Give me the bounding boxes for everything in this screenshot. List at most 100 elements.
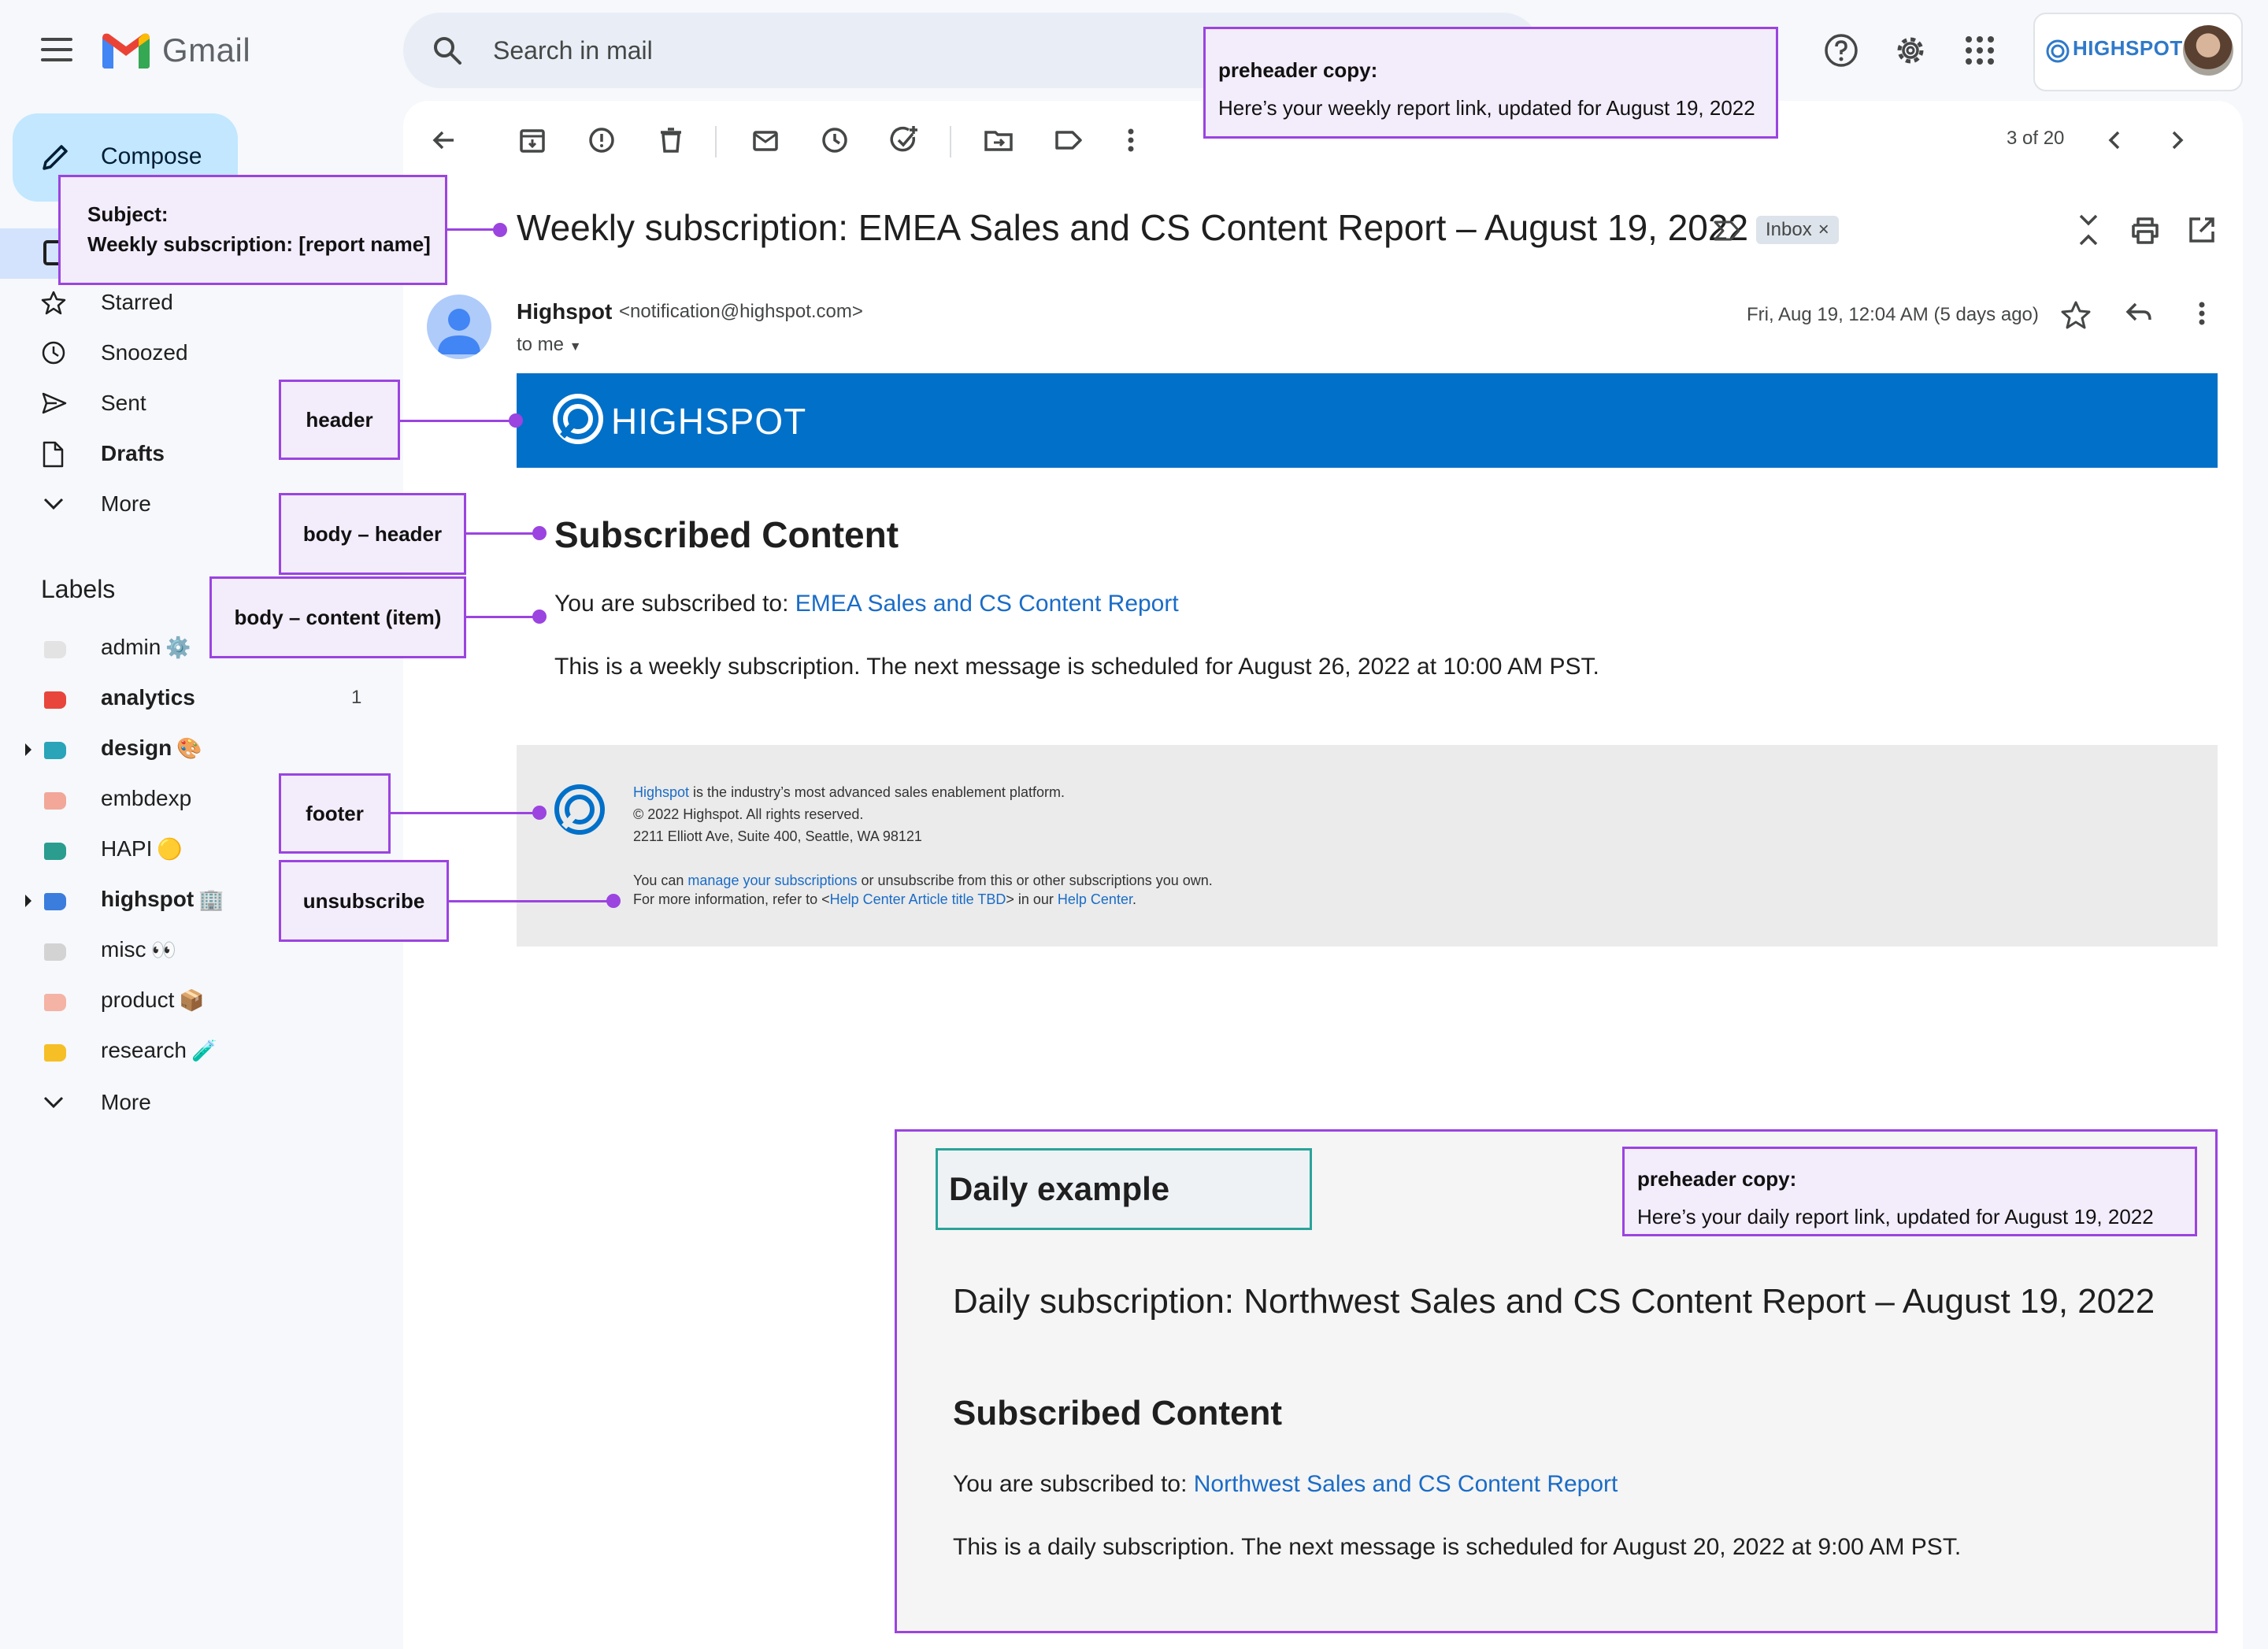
- email-footer: [517, 745, 2218, 947]
- reply-icon[interactable]: [2123, 298, 2155, 329]
- connector-line: [446, 228, 496, 231]
- search-icon[interactable]: [432, 35, 463, 66]
- footer-line-1: Highspot is the industry’s most advanced…: [633, 784, 1065, 801]
- app-name: Gmail: [162, 31, 251, 69]
- label-name: research 🧪: [101, 1038, 217, 1062]
- annotation-text: Here’s your daily report link, updated f…: [1637, 1205, 2154, 1228]
- star-icon[interactable]: [2060, 299, 2092, 331]
- daily-subscribed-line: You are subscribed to: Northwest Sales a…: [953, 1471, 1618, 1498]
- footer-text: or unsubscribe from this or other subscr…: [857, 873, 1213, 888]
- connector-line: [389, 812, 534, 814]
- print-icon[interactable]: [2129, 214, 2161, 246]
- annotation-text: Here’s your weekly report link, updated …: [1218, 96, 1755, 120]
- sidebar-label-product[interactable]: product 📦: [0, 976, 394, 1027]
- sidebar-label-design[interactable]: design 🎨: [0, 724, 394, 775]
- footer-text: .: [1132, 891, 1136, 907]
- open-new-window-icon[interactable]: [2186, 214, 2218, 246]
- collapse-all-icon[interactable]: [2073, 213, 2104, 247]
- footer-unsubscribe-line: You can manage your subscriptions or uns…: [633, 873, 1213, 889]
- annotation-body-header: body – header: [279, 493, 466, 575]
- back-arrow-icon[interactable]: [427, 123, 461, 157]
- manage-subscriptions-link[interactable]: manage your subscriptions: [687, 873, 857, 888]
- daily-subscribed-report-link[interactable]: Northwest Sales and CS Content Report: [1194, 1471, 1618, 1497]
- connector-line: [465, 616, 534, 618]
- sidebar-item-snoozed[interactable]: Snoozed: [0, 328, 394, 378]
- importance-marker-icon[interactable]: [1712, 217, 1742, 244]
- expand-caret-icon[interactable]: [25, 743, 32, 756]
- draft-icon: [43, 441, 64, 468]
- footer-highspot-link[interactable]: Highspot: [633, 784, 689, 800]
- search-input[interactable]: Search in mail: [493, 36, 653, 65]
- profile-avatar[interactable]: [2183, 25, 2233, 76]
- toolbar-divider: [715, 126, 717, 157]
- inbox-label-chip[interactable]: Inbox ×: [1756, 216, 1839, 244]
- label-emoji: 👀: [150, 938, 176, 962]
- connector-line: [398, 420, 513, 422]
- chevron-down-icon: [43, 1096, 64, 1109]
- sidebar-item-label: Drafts: [101, 441, 165, 465]
- sidebar-labels-more[interactable]: More: [0, 1077, 394, 1128]
- label-unread-count: 1: [351, 687, 362, 708]
- label-color-icon: [44, 994, 66, 1011]
- label-color-icon: [44, 1044, 66, 1062]
- daily-example-tag: Daily example: [936, 1148, 1312, 1230]
- chevron-left-icon[interactable]: [2098, 123, 2133, 157]
- highspot-footer-logo-icon: [554, 784, 605, 835]
- annotation-title: preheader copy:: [1637, 1167, 1797, 1191]
- archive-icon[interactable]: [515, 123, 550, 157]
- account-brand: HIGHSPOT: [2073, 36, 2183, 60]
- labels-heading: Labels: [41, 575, 116, 603]
- mark-unread-icon[interactable]: [748, 123, 783, 157]
- sidebar-item-label: Sent: [101, 391, 146, 415]
- sidebar-label-analytics[interactable]: analytics 1: [0, 674, 394, 724]
- footer-copyright: © 2022 Highspot. All rights reserved.: [633, 806, 864, 822]
- help-center-link[interactable]: Help Center: [1058, 891, 1132, 907]
- subscribed-report-link[interactable]: EMEA Sales and CS Content Report: [795, 591, 1179, 617]
- label-name: HAPI 🟡: [101, 836, 183, 861]
- subscribed-line: You are subscribed to: EMEA Sales and CS…: [554, 591, 1179, 617]
- remove-label-icon[interactable]: ×: [1818, 219, 1829, 240]
- connector-dot: [509, 413, 523, 428]
- apps-grid-icon[interactable]: [1961, 31, 1999, 69]
- more-vert-icon[interactable]: [1114, 123, 1148, 157]
- star-icon: [41, 291, 66, 315]
- sidebar-label-research[interactable]: research 🧪: [0, 1027, 394, 1077]
- daily-subject: Daily subscription: Northwest Sales and …: [953, 1282, 2155, 1321]
- more-vert-icon[interactable]: [2186, 298, 2218, 329]
- move-to-folder-icon[interactable]: [981, 123, 1016, 157]
- label-emoji: 🧪: [191, 1039, 217, 1062]
- footer-help-line: For more information, refer to <Help Cen…: [633, 891, 1136, 908]
- email-date: Fri, Aug 19, 12:04 AM (5 days ago): [1747, 304, 2039, 325]
- chevron-down-icon: [43, 498, 64, 510]
- sender-name[interactable]: Highspot: [517, 299, 612, 324]
- sender-avatar[interactable]: [427, 295, 491, 359]
- label-emoji: ⚙️: [165, 636, 191, 659]
- settings-gear-icon[interactable]: [1892, 31, 1929, 69]
- pencil-icon: [43, 145, 68, 170]
- help-icon[interactable]: [1822, 31, 1860, 69]
- annotation-preheader: preheader copy: Here’s your weekly repor…: [1203, 27, 1778, 139]
- snooze-clock-icon[interactable]: [817, 123, 852, 157]
- label-tag-icon[interactable]: [1051, 123, 1085, 157]
- help-article-link[interactable]: Help Center Article title TBD: [830, 891, 1006, 907]
- subscribed-prefix: You are subscribed to:: [554, 591, 795, 617]
- sidebar-item-label: Snoozed: [101, 340, 188, 365]
- delete-trash-icon[interactable]: [654, 123, 688, 157]
- gmail-logo[interactable]: Gmail: [102, 31, 250, 69]
- add-to-tasks-icon[interactable]: [887, 123, 921, 157]
- recipient-details-toggle[interactable]: to me ▼: [517, 334, 582, 356]
- label-color-icon: [44, 792, 66, 810]
- main-menu-button[interactable]: [41, 38, 72, 63]
- report-spam-icon[interactable]: [584, 123, 619, 157]
- connector-line: [465, 532, 534, 535]
- recipient-label: to me: [517, 334, 565, 355]
- connector-dot: [532, 526, 547, 540]
- chevron-right-icon[interactable]: [2159, 123, 2194, 157]
- expand-caret-icon[interactable]: [25, 895, 32, 907]
- label-name: design 🎨: [101, 736, 202, 760]
- label-name: analytics: [101, 685, 195, 710]
- annotation-footer: footer: [279, 773, 391, 854]
- daily-annotation-preheader: preheader copy: Here’s your daily report…: [1622, 1147, 2197, 1236]
- email-section-title: Subscribed Content: [554, 514, 899, 555]
- daily-schedule-line: This is a daily subscription. The next m…: [953, 1534, 1962, 1560]
